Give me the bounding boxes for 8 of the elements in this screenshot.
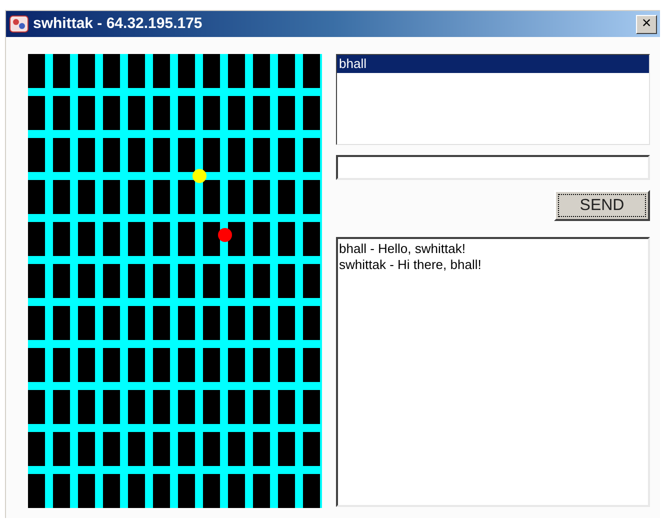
app-icon (9, 15, 29, 33)
message-input[interactable] (336, 155, 650, 180)
close-button[interactable]: × (636, 14, 657, 34)
chat-message: bhall - Hello, swhittak! (339, 241, 466, 257)
window-title: swhittak - 64.32.195.175 (33, 14, 202, 34)
chat-message: swhittak - Hi there, bhall! (339, 257, 482, 273)
user-list-item[interactable]: bhall (337, 55, 649, 73)
send-button[interactable]: SEND (554, 190, 650, 221)
